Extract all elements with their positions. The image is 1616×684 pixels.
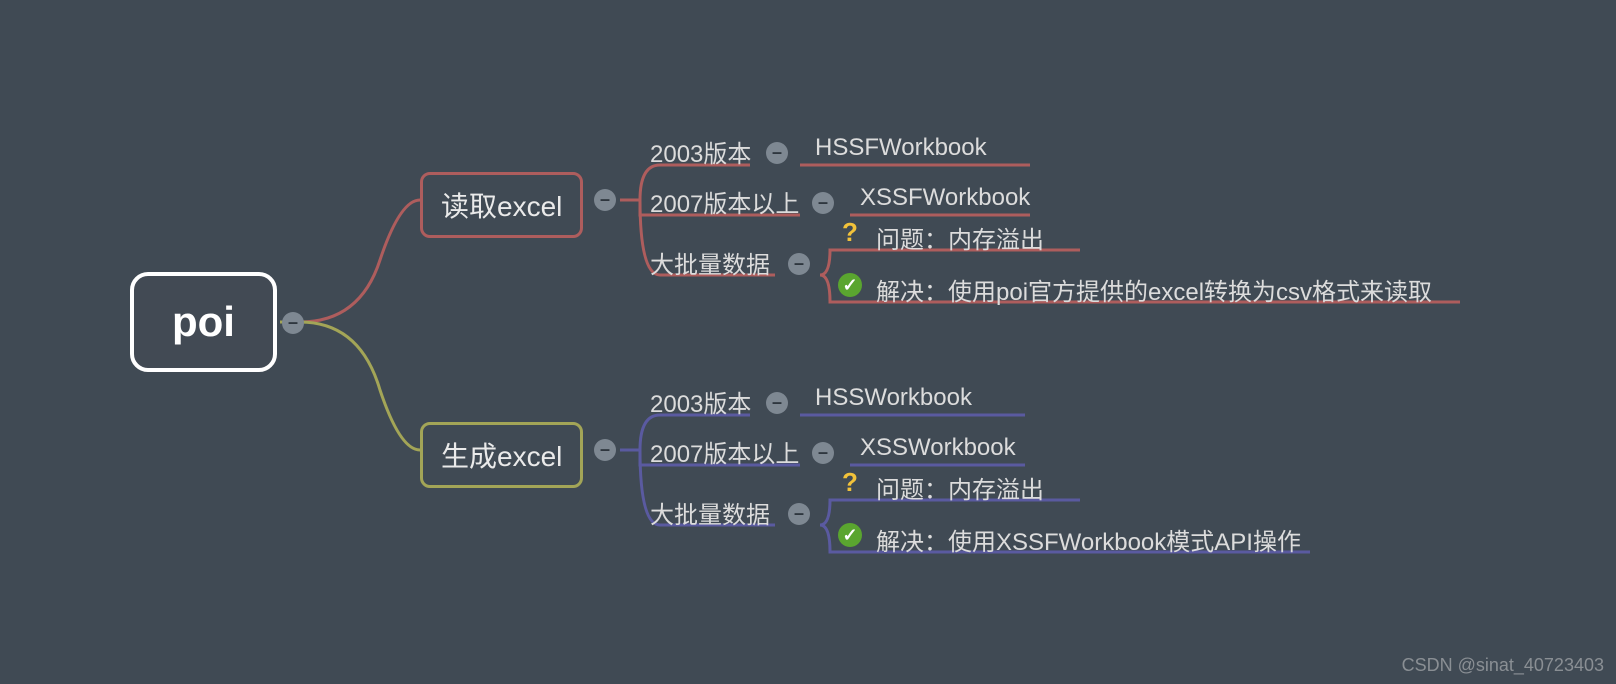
branch-read-label: 读取excel [441,191,562,222]
watermark: CSDN @sinat_40723403 [1402,655,1604,676]
read-2007-label: 2007版本以上 [650,184,799,219]
read-2007-workbook: XSSFWorkbook [860,184,1030,212]
collapse-icon[interactable] [594,189,616,211]
question-icon [838,220,862,244]
write-bulk-problem: 问题：内存溢出 [876,470,1044,505]
collapse-icon[interactable] [788,503,810,525]
write-2003-label: 2003版本 [650,384,751,419]
question-icon [838,470,862,494]
write-2007-workbook: XSSWorkbook [860,434,1016,462]
read-bulk-solution: 解决：使用poi官方提供的excel转换为csv格式来读取 [876,272,1432,307]
collapse-icon[interactable] [766,392,788,414]
collapse-icon[interactable] [812,442,834,464]
collapse-icon[interactable] [594,439,616,461]
write-2007-label: 2007版本以上 [650,434,799,469]
collapse-icon[interactable] [812,192,834,214]
read-2003-label: 2003版本 [650,134,751,169]
check-icon [838,523,862,547]
branch-read[interactable]: 读取excel [420,172,583,238]
write-bulk-label: 大批量数据 [650,495,770,530]
read-bulk-label: 大批量数据 [650,245,770,280]
collapse-icon[interactable] [766,142,788,164]
read-2003-workbook: HSSFWorkbook [815,134,987,162]
root-label: poi [172,298,235,345]
branch-write-label: 生成excel [441,441,562,472]
root-node[interactable]: poi [130,272,277,372]
write-2003-workbook: HSSWorkbook [815,384,972,412]
collapse-icon[interactable] [788,253,810,275]
collapse-icon[interactable] [282,312,304,334]
branch-write[interactable]: 生成excel [420,422,583,488]
write-bulk-solution: 解决：使用XSSFWorkbook模式API操作 [876,522,1301,557]
read-bulk-problem: 问题：内存溢出 [876,220,1044,255]
check-icon [838,273,862,297]
